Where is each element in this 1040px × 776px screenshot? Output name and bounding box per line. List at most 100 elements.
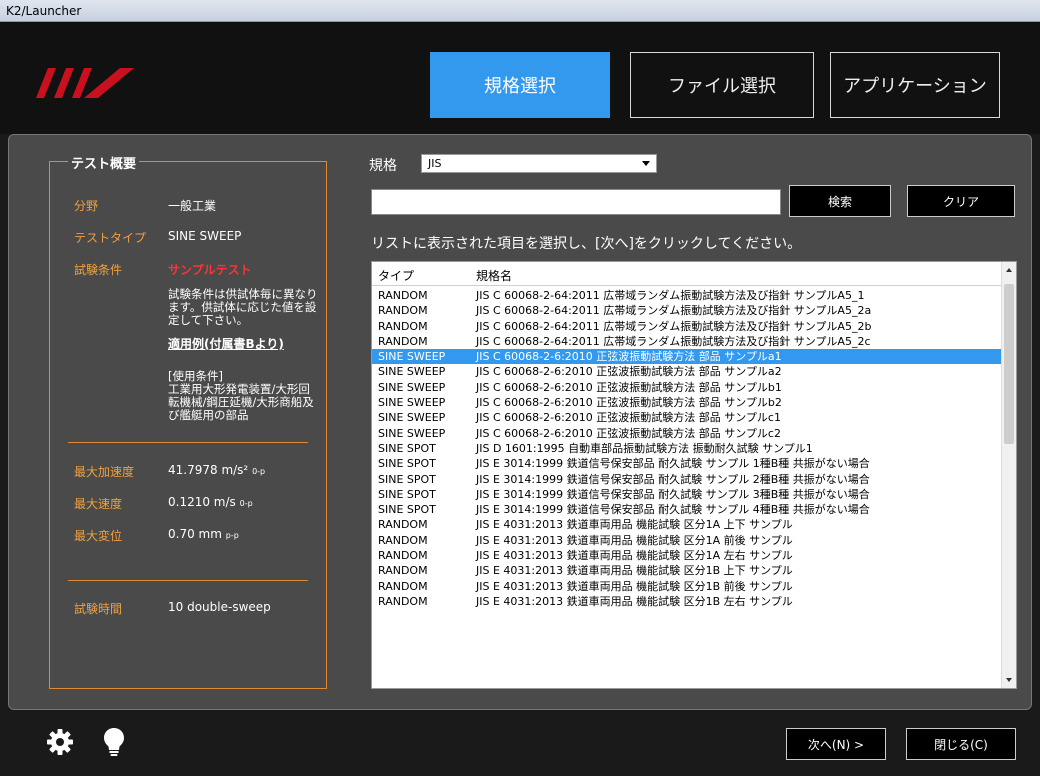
test-time-value: 10 double-sweep (168, 600, 271, 614)
standard-select[interactable]: JIS (421, 154, 657, 173)
scroll-up-icon[interactable] (1006, 268, 1012, 272)
header: 規格選択 ファイル選択 アプリケーション (0, 22, 1040, 134)
row-name: JIS C 60068-2-6:2010 正弦波振動試験方法 部品 サンプルc1 (476, 411, 781, 425)
gear-icon[interactable] (46, 728, 74, 756)
divider (68, 442, 308, 443)
row-name: JIS E 4031:2013 鉄道車両用品 機能試験 区分1B 上下 サンプル (476, 564, 793, 578)
standard-select-value: JIS (428, 157, 442, 170)
row-type: SINE SWEEP (378, 365, 446, 379)
row-name: JIS C 60068-2-6:2010 正弦波振動試験方法 部品 サンプルa1 (476, 350, 782, 364)
scroll-down-icon[interactable] (1006, 678, 1012, 682)
table-row[interactable]: SINE SWEEP JIS C 60068-2-6:2010 正弦波振動試験方法… (372, 426, 1002, 441)
instruction-text: リストに表示された項目を選択し、[次へ]をクリックしてください。 (371, 236, 802, 252)
row-name: JIS E 4031:2013 鉄道車両用品 機能試験 区分1B 前後 サンプル (476, 579, 793, 593)
field-label: 分野 (74, 199, 99, 213)
main-panel: テスト概要 分野 一般工業 テストタイプ SINE SWEEP 試験条件 サンプ… (8, 134, 1032, 710)
row-type: SINE SWEEP (378, 426, 446, 440)
divider (68, 580, 308, 581)
window-title: K2/Launcher (0, 0, 1040, 22)
test-type-value: SINE SWEEP (168, 229, 242, 243)
test-summary-panel: テスト概要 分野 一般工業 テストタイプ SINE SWEEP 試験条件 サンプ… (49, 153, 327, 689)
row-type: SINE SPOT (378, 503, 436, 517)
table-row[interactable]: SINE SPOT JIS E 3014:1999 鉄道信号保安部品 耐久試験 サ… (372, 487, 1002, 502)
table-row[interactable]: SINE SWEEP JIS C 60068-2-6:2010 正弦波振動試験方法… (372, 380, 1002, 395)
row-type: SINE SPOT (378, 487, 436, 501)
condition-value: サンプルテスト (168, 263, 252, 277)
row-type: RANDOM (378, 594, 428, 608)
row-name: JIS E 3014:1999 鉄道信号保安部品 耐久試験 サンプル 1種B種 … (476, 457, 870, 471)
logo (36, 68, 134, 98)
table-row[interactable]: RANDOM JIS C 60068-2-64:2011 広帯域ランダム振動試験方… (372, 319, 1002, 334)
max-accel-value: 41.7978 m/s² 0-p (168, 463, 266, 477)
row-type: SINE SWEEP (378, 411, 446, 425)
table-row[interactable]: SINE SPOT JIS D 1601:1995 自動車部品振動試験方法 振動耐… (372, 441, 1002, 456)
field-value: 一般工業 (168, 199, 217, 213)
row-type: SINE SWEEP (378, 350, 446, 364)
row-name: JIS C 60068-2-64:2011 広帯域ランダム振動試験方法及び指針 … (476, 289, 865, 302)
row-type: SINE SPOT (378, 472, 436, 486)
table-row[interactable]: SINE SWEEP JIS C 60068-2-6:2010 正弦波振動試験方法… (372, 395, 1002, 410)
table-row[interactable]: SINE SPOT JIS E 3014:1999 鉄道信号保安部品 耐久試験 サ… (372, 456, 1002, 471)
max-displacement-label: 最大変位 (74, 529, 123, 543)
list-rows: RANDOM JIS C 60068-2-64:2011 広帯域ランダム振動試験方… (372, 288, 1002, 609)
table-row[interactable]: RANDOM JIS E 4031:2013 鉄道車両用品 機能試験 区分1B 上… (372, 563, 1002, 578)
condition-note: 試験条件は供試体毎に異なります。供試体に応じた値を設定して下さい。 (168, 287, 318, 327)
scroll-thumb[interactable] (1004, 284, 1014, 444)
row-name: JIS E 4031:2013 鉄道車両用品 機能試験 区分1A 左右 サンプル (476, 549, 793, 563)
table-row[interactable]: RANDOM JIS E 4031:2013 鉄道車両用品 機能試験 区分1B 左… (372, 594, 1002, 609)
row-type: SINE SWEEP (378, 380, 446, 394)
condition-label: 試験条件 (74, 263, 123, 277)
row-type: RANDOM (378, 579, 428, 593)
row-name: JIS C 60068-2-64:2011 広帯域ランダム振動試験方法及び指針 … (476, 334, 871, 348)
table-row[interactable]: SINE SWEEP JIS C 60068-2-6:2010 正弦波振動試験方法… (372, 410, 1002, 425)
table-row[interactable]: SINE SPOT JIS E 3014:1999 鉄道信号保安部品 耐久試験 サ… (372, 472, 1002, 487)
row-name: JIS E 4031:2013 鉄道車両用品 機能試験 区分1A 前後 サンプル (476, 533, 793, 547)
table-row[interactable]: RANDOM JIS C 60068-2-64:2011 広帯域ランダム振動試験方… (372, 288, 1002, 303)
summary-title: テスト概要 (68, 153, 140, 172)
table-row[interactable]: RANDOM JIS E 4031:2013 鉄道車両用品 機能試験 区分1A 上… (372, 517, 1002, 532)
column-header-name[interactable]: 規格名 (476, 267, 512, 284)
list-header: タイプ 規格名 (372, 262, 1002, 286)
close-button[interactable]: 閉じる(C) (906, 728, 1016, 760)
table-row[interactable]: RANDOM JIS C 60068-2-64:2011 広帯域ランダム振動試験方… (372, 303, 1002, 318)
row-type: RANDOM (378, 304, 428, 318)
clear-button[interactable]: クリア (907, 185, 1015, 217)
row-name: JIS D 1601:1995 自動車部品振動試験方法 振動耐久試験 サンプル1 (476, 441, 813, 455)
row-name: JIS E 4031:2013 鉄道車両用品 機能試験 区分1B 左右 サンプル (476, 594, 793, 608)
row-type: SINE SWEEP (378, 396, 446, 410)
standards-list[interactable]: タイプ 規格名 RANDOM JIS C 60068-2-64:2011 広帯域ラ… (371, 261, 1017, 689)
table-row[interactable]: RANDOM JIS E 4031:2013 鉄道車両用品 機能試験 区分1A 左… (372, 548, 1002, 563)
row-name: JIS C 60068-2-64:2011 広帯域ランダム振動試験方法及び指針 … (476, 319, 872, 333)
row-type: SINE SPOT (378, 457, 436, 471)
max-displacement-value: 0.70 mm p-p (168, 527, 239, 541)
table-row[interactable]: SINE SWEEP JIS C 60068-2-6:2010 正弦波振動試験方法… (372, 364, 1002, 379)
tab-standard-select[interactable]: 規格選択 (430, 52, 610, 118)
row-type: RANDOM (378, 533, 428, 547)
tab-application[interactable]: アプリケーション (830, 52, 1000, 118)
row-name: JIS E 3014:1999 鉄道信号保安部品 耐久試験 サンプル 2種B種 … (476, 472, 870, 486)
test-type-label: テストタイプ (74, 231, 147, 245)
lightbulb-icon[interactable] (102, 726, 126, 758)
table-row[interactable]: RANDOM JIS E 4031:2013 鉄道車両用品 機能試験 区分1B 前… (372, 579, 1002, 594)
tab-file-select[interactable]: ファイル選択 (630, 52, 814, 118)
row-type: SINE SPOT (378, 441, 436, 455)
column-header-type[interactable]: タイプ (378, 267, 414, 284)
row-type: RANDOM (378, 289, 428, 302)
search-button[interactable]: 検索 (789, 185, 891, 217)
table-row[interactable]: SINE SPOT JIS E 3014:1999 鉄道信号保安部品 耐久試験 サ… (372, 502, 1002, 517)
max-velocity-value: 0.1210 m/s 0-p (168, 495, 253, 509)
row-name: JIS C 60068-2-6:2010 正弦波振動試験方法 部品 サンプルb1 (476, 380, 782, 394)
row-type: RANDOM (378, 564, 428, 578)
row-name: JIS E 4031:2013 鉄道車両用品 機能試験 区分1A 上下 サンプル (476, 518, 793, 532)
row-type: RANDOM (378, 319, 428, 333)
table-row[interactable]: SINE SWEEP JIS C 60068-2-6:2010 正弦波振動試験方法… (372, 349, 1002, 365)
table-row[interactable]: RANDOM JIS E 4031:2013 鉄道車両用品 機能試験 区分1A 前… (372, 533, 1002, 548)
row-type: RANDOM (378, 518, 428, 532)
table-row[interactable]: RANDOM JIS C 60068-2-64:2011 広帯域ランダム振動試験方… (372, 334, 1002, 349)
max-accel-label: 最大加速度 (74, 465, 135, 479)
scrollbar[interactable] (1001, 262, 1016, 688)
next-button[interactable]: 次へ(N) > (786, 728, 886, 760)
example-text: [使用条件] 工業用大形発電装置/大形回転機械/鋼圧延機/大形商船及び艦艇用の部… (168, 369, 314, 422)
max-velocity-label: 最大速度 (74, 497, 123, 511)
search-input[interactable] (371, 189, 781, 215)
